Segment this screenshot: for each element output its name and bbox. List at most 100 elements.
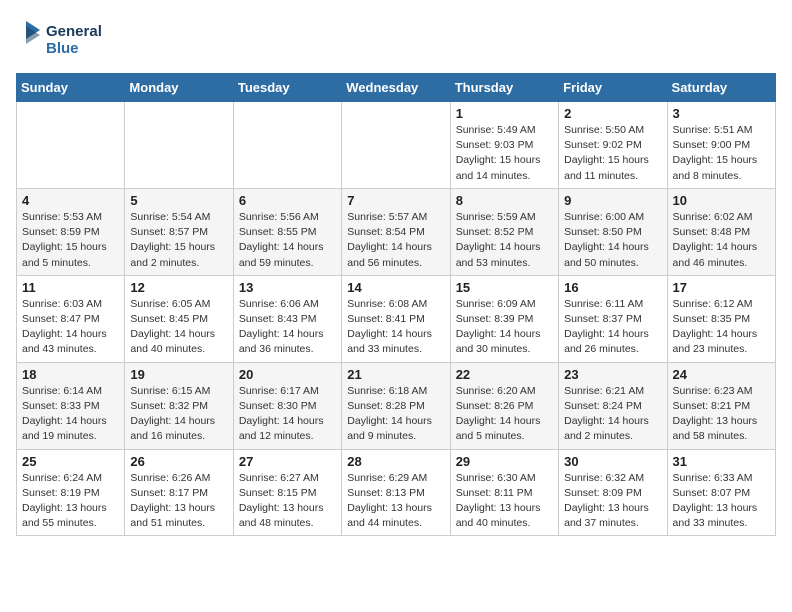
weekday-header-saturday: Saturday xyxy=(667,74,775,102)
day-number: 25 xyxy=(22,454,119,469)
day-number: 15 xyxy=(456,280,553,295)
day-info: Sunrise: 6:17 AMSunset: 8:30 PMDaylight:… xyxy=(239,384,336,445)
week-row-1: 1 Sunrise: 5:49 AMSunset: 9:03 PMDaylight… xyxy=(17,102,776,189)
day-number: 13 xyxy=(239,280,336,295)
calendar-cell xyxy=(342,102,450,189)
page-header: General Blue xyxy=(16,16,776,61)
calendar-cell xyxy=(17,102,125,189)
day-info: Sunrise: 6:24 AMSunset: 8:19 PMDaylight:… xyxy=(22,471,119,532)
day-info: Sunrise: 6:12 AMSunset: 8:35 PMDaylight:… xyxy=(673,297,770,358)
day-number: 11 xyxy=(22,280,119,295)
day-number: 24 xyxy=(673,367,770,382)
day-number: 22 xyxy=(456,367,553,382)
week-row-2: 4 Sunrise: 5:53 AMSunset: 8:59 PMDaylight… xyxy=(17,188,776,275)
weekday-header-wednesday: Wednesday xyxy=(342,74,450,102)
calendar-cell: 15 Sunrise: 6:09 AMSunset: 8:39 PMDayligh… xyxy=(450,275,558,362)
calendar-cell: 23 Sunrise: 6:21 AMSunset: 8:24 PMDayligh… xyxy=(559,362,667,449)
day-info: Sunrise: 5:56 AMSunset: 8:55 PMDaylight:… xyxy=(239,210,336,271)
day-info: Sunrise: 5:49 AMSunset: 9:03 PMDaylight:… xyxy=(456,123,553,184)
day-number: 4 xyxy=(22,193,119,208)
day-info: Sunrise: 5:54 AMSunset: 8:57 PMDaylight:… xyxy=(130,210,227,271)
day-info: Sunrise: 6:11 AMSunset: 8:37 PMDaylight:… xyxy=(564,297,661,358)
day-info: Sunrise: 6:05 AMSunset: 8:45 PMDaylight:… xyxy=(130,297,227,358)
calendar-table: SundayMondayTuesdayWednesdayThursdayFrid… xyxy=(16,73,776,536)
day-number: 9 xyxy=(564,193,661,208)
day-info: Sunrise: 6:08 AMSunset: 8:41 PMDaylight:… xyxy=(347,297,444,358)
day-info: Sunrise: 5:51 AMSunset: 9:00 PMDaylight:… xyxy=(673,123,770,184)
calendar-cell: 9 Sunrise: 6:00 AMSunset: 8:50 PMDaylight… xyxy=(559,188,667,275)
weekday-header-monday: Monday xyxy=(125,74,233,102)
day-number: 29 xyxy=(456,454,553,469)
calendar-cell: 12 Sunrise: 6:05 AMSunset: 8:45 PMDayligh… xyxy=(125,275,233,362)
day-info: Sunrise: 6:09 AMSunset: 8:39 PMDaylight:… xyxy=(456,297,553,358)
day-number: 31 xyxy=(673,454,770,469)
day-number: 30 xyxy=(564,454,661,469)
day-number: 8 xyxy=(456,193,553,208)
day-info: Sunrise: 6:00 AMSunset: 8:50 PMDaylight:… xyxy=(564,210,661,271)
weekday-header-sunday: Sunday xyxy=(17,74,125,102)
day-number: 28 xyxy=(347,454,444,469)
day-number: 10 xyxy=(673,193,770,208)
week-row-4: 18 Sunrise: 6:14 AMSunset: 8:33 PMDayligh… xyxy=(17,362,776,449)
calendar-cell: 26Sunrise: 6:26 AMSunset: 8:17 PMDayligh… xyxy=(125,449,233,536)
calendar-cell xyxy=(233,102,341,189)
week-row-5: 25 Sunrise: 6:24 AMSunset: 8:19 PMDayligh… xyxy=(17,449,776,536)
day-info: Sunrise: 6:32 AMSunset: 8:09 PMDaylight:… xyxy=(564,471,661,532)
calendar-cell: 11 Sunrise: 6:03 AMSunset: 8:47 PMDayligh… xyxy=(17,275,125,362)
day-number: 12 xyxy=(130,280,227,295)
day-info: Sunrise: 6:29 AMSunset: 8:13 PMDaylight:… xyxy=(347,471,444,532)
day-number: 19 xyxy=(130,367,227,382)
day-info: Sunrise: 6:02 AMSunset: 8:48 PMDaylight:… xyxy=(673,210,770,271)
calendar-cell: 21 Sunrise: 6:18 AMSunset: 8:28 PMDayligh… xyxy=(342,362,450,449)
day-info: Sunrise: 6:06 AMSunset: 8:43 PMDaylight:… xyxy=(239,297,336,358)
day-info: Sunrise: 6:30 AMSunset: 8:11 PMDaylight:… xyxy=(456,471,553,532)
day-info: Sunrise: 6:03 AMSunset: 8:47 PMDaylight:… xyxy=(22,297,119,358)
calendar-cell: 16 Sunrise: 6:11 AMSunset: 8:37 PMDayligh… xyxy=(559,275,667,362)
day-info: Sunrise: 6:27 AMSunset: 8:15 PMDaylight:… xyxy=(239,471,336,532)
day-info: Sunrise: 6:18 AMSunset: 8:28 PMDaylight:… xyxy=(347,384,444,445)
calendar-cell: 31 Sunrise: 6:33 AMSunset: 8:07 PMDayligh… xyxy=(667,449,775,536)
day-number: 21 xyxy=(347,367,444,382)
week-row-3: 11 Sunrise: 6:03 AMSunset: 8:47 PMDayligh… xyxy=(17,275,776,362)
calendar-cell: 18 Sunrise: 6:14 AMSunset: 8:33 PMDayligh… xyxy=(17,362,125,449)
calendar-cell: 8Sunrise: 5:59 AMSunset: 8:52 PMDaylight… xyxy=(450,188,558,275)
day-number: 14 xyxy=(347,280,444,295)
day-number: 16 xyxy=(564,280,661,295)
day-info: Sunrise: 6:20 AMSunset: 8:26 PMDaylight:… xyxy=(456,384,553,445)
calendar-cell: 1 Sunrise: 5:49 AMSunset: 9:03 PMDaylight… xyxy=(450,102,558,189)
calendar-cell: 6 Sunrise: 5:56 AMSunset: 8:55 PMDaylight… xyxy=(233,188,341,275)
day-number: 5 xyxy=(130,193,227,208)
day-number: 7 xyxy=(347,193,444,208)
calendar-cell: 14 Sunrise: 6:08 AMSunset: 8:41 PMDayligh… xyxy=(342,275,450,362)
day-number: 2 xyxy=(564,106,661,121)
day-info: Sunrise: 6:23 AMSunset: 8:21 PMDaylight:… xyxy=(673,384,770,445)
calendar-cell: 13 Sunrise: 6:06 AMSunset: 8:43 PMDayligh… xyxy=(233,275,341,362)
calendar-cell: 24 Sunrise: 6:23 AMSunset: 8:21 PMDayligh… xyxy=(667,362,775,449)
weekday-header-friday: Friday xyxy=(559,74,667,102)
day-number: 6 xyxy=(239,193,336,208)
calendar-cell: 22 Sunrise: 6:20 AMSunset: 8:26 PMDayligh… xyxy=(450,362,558,449)
calendar-cell: 10 Sunrise: 6:02 AMSunset: 8:48 PMDayligh… xyxy=(667,188,775,275)
calendar-cell: 28 Sunrise: 6:29 AMSunset: 8:13 PMDayligh… xyxy=(342,449,450,536)
day-number: 23 xyxy=(564,367,661,382)
calendar-cell: 17Sunrise: 6:12 AMSunset: 8:35 PMDayligh… xyxy=(667,275,775,362)
calendar-cell: 2 Sunrise: 5:50 AMSunset: 9:02 PMDaylight… xyxy=(559,102,667,189)
day-info: Sunrise: 6:33 AMSunset: 8:07 PMDaylight:… xyxy=(673,471,770,532)
day-info: Sunrise: 5:50 AMSunset: 9:02 PMDaylight:… xyxy=(564,123,661,184)
calendar-cell xyxy=(125,102,233,189)
calendar-cell: 30 Sunrise: 6:32 AMSunset: 8:09 PMDayligh… xyxy=(559,449,667,536)
day-info: Sunrise: 6:21 AMSunset: 8:24 PMDaylight:… xyxy=(564,384,661,445)
calendar-cell: 20Sunrise: 6:17 AMSunset: 8:30 PMDayligh… xyxy=(233,362,341,449)
logo: General Blue xyxy=(16,16,116,61)
calendar-cell: 5 Sunrise: 5:54 AMSunset: 8:57 PMDaylight… xyxy=(125,188,233,275)
day-info: Sunrise: 5:53 AMSunset: 8:59 PMDaylight:… xyxy=(22,210,119,271)
weekday-header-row: SundayMondayTuesdayWednesdayThursdayFrid… xyxy=(17,74,776,102)
day-number: 1 xyxy=(456,106,553,121)
logo-svg: General Blue xyxy=(16,16,116,61)
calendar-cell: 29 Sunrise: 6:30 AMSunset: 8:11 PMDayligh… xyxy=(450,449,558,536)
day-info: Sunrise: 6:14 AMSunset: 8:33 PMDaylight:… xyxy=(22,384,119,445)
day-number: 18 xyxy=(22,367,119,382)
day-info: Sunrise: 6:26 AMSunset: 8:17 PMDaylight:… xyxy=(130,471,227,532)
calendar-cell: 4 Sunrise: 5:53 AMSunset: 8:59 PMDaylight… xyxy=(17,188,125,275)
calendar-cell: 27Sunrise: 6:27 AMSunset: 8:15 PMDayligh… xyxy=(233,449,341,536)
